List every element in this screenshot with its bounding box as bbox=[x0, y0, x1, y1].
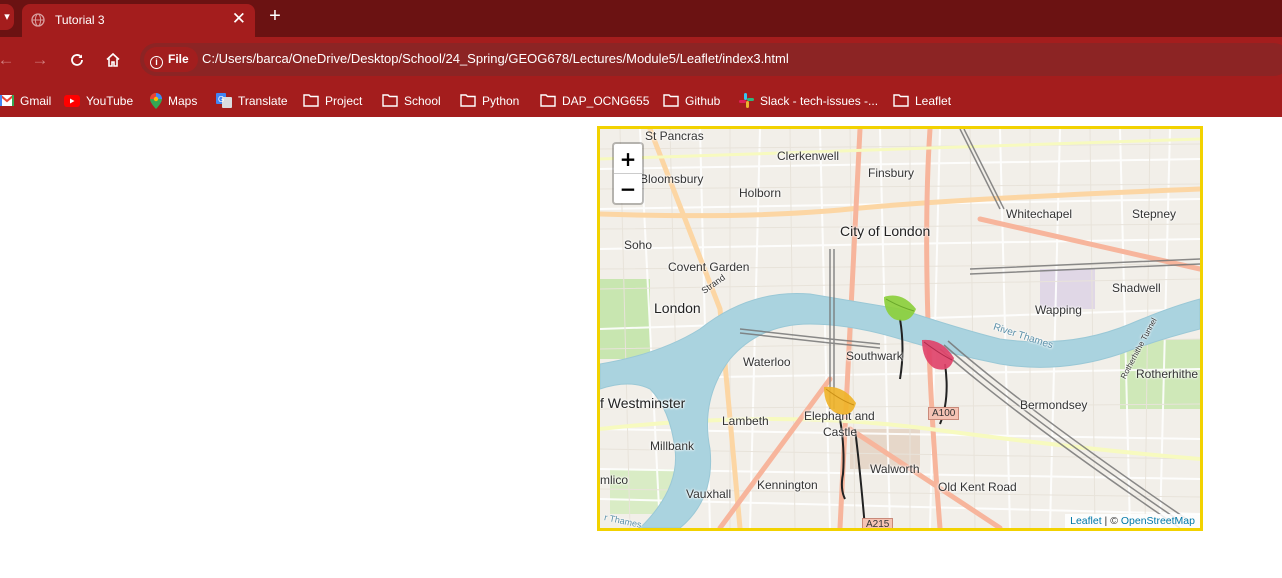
place-label: Bloomsbury bbox=[640, 172, 704, 186]
place-label: Lambeth bbox=[722, 414, 769, 428]
leaflet-map[interactable]: St Pancras Clerkenwell Bloomsbury Holbor… bbox=[597, 126, 1203, 531]
tab-strip: ▾ Tutorial 3 ✕ + bbox=[0, 0, 1282, 37]
bookmark-label: Python bbox=[482, 93, 520, 108]
toolbar: ← → i File C:/Users/barca/OneDrive/Deskto… bbox=[0, 37, 1282, 83]
place-label: Millbank bbox=[650, 439, 695, 453]
youtube-icon bbox=[64, 94, 80, 107]
slack-icon bbox=[739, 93, 754, 109]
translate-icon: G bbox=[216, 93, 232, 109]
bookmark-translate[interactable]: G Translate bbox=[216, 90, 288, 110]
bookmark-label: Gmail bbox=[20, 93, 52, 108]
svg-text:G: G bbox=[218, 95, 224, 104]
place-label: Holborn bbox=[739, 186, 782, 200]
place-label: Finsbury bbox=[868, 166, 915, 180]
place-label: mlico bbox=[600, 473, 629, 487]
place-label: Old Kent Road bbox=[938, 480, 1017, 494]
place-label: Waterloo bbox=[743, 355, 791, 369]
road-shield-a100: A100 bbox=[928, 407, 960, 420]
url-text[interactable]: C:/Users/barca/OneDrive/Desktop/School/2… bbox=[202, 51, 789, 66]
place-label: Soho bbox=[624, 238, 653, 252]
bookmark-python[interactable]: Python bbox=[460, 90, 519, 110]
bookmarks-bar: Gmail YouTube Maps G Translate Project Sc… bbox=[0, 83, 1282, 117]
bookmark-gmail[interactable]: Gmail bbox=[0, 90, 51, 110]
bookmark-slack[interactable]: Slack - tech-issues -... bbox=[739, 90, 878, 110]
place-label: Shadwell bbox=[1112, 281, 1161, 295]
osm-link[interactable]: OpenStreetMap bbox=[1121, 515, 1195, 527]
place-label: Stepney bbox=[1132, 207, 1177, 221]
bookmark-label: Maps bbox=[168, 93, 198, 108]
bookmark-label: YouTube bbox=[86, 93, 134, 108]
zoom-control: + − bbox=[612, 142, 644, 205]
bookmark-dap-ocng655[interactable]: DAP_OCNG655 bbox=[540, 90, 649, 110]
road-shield-a215: A215 bbox=[862, 518, 894, 528]
bookmark-project[interactable]: Project bbox=[303, 90, 362, 110]
bookmark-label: Project bbox=[325, 93, 363, 108]
home-icon[interactable] bbox=[101, 48, 125, 72]
folder-icon bbox=[540, 94, 556, 108]
bookmark-github[interactable]: Github bbox=[663, 90, 720, 110]
new-tab-button[interactable]: + bbox=[264, 5, 286, 27]
back-arrow-icon[interactable]: ← bbox=[0, 48, 18, 72]
reload-icon[interactable] bbox=[65, 48, 89, 72]
map-attribution: Leaflet | © OpenStreetMap bbox=[1065, 514, 1200, 528]
tab-title: Tutorial 3 bbox=[55, 13, 105, 27]
bookmark-label: Github bbox=[685, 93, 721, 108]
place-label: London bbox=[654, 300, 701, 316]
place-label: Wapping bbox=[1035, 303, 1082, 317]
bookmark-label: DAP_OCNG655 bbox=[562, 93, 650, 108]
place-label: Clerkenwell bbox=[777, 149, 840, 163]
bookmark-label: Slack - tech-issues -... bbox=[760, 93, 879, 108]
tab-search-button[interactable]: ▾ bbox=[0, 4, 14, 30]
zoom-out-button[interactable]: − bbox=[614, 174, 642, 204]
tab-tutorial-3[interactable]: Tutorial 3 ✕ bbox=[22, 4, 255, 37]
place-label: City of London bbox=[840, 223, 931, 239]
globe-icon bbox=[31, 13, 45, 27]
folder-icon bbox=[382, 94, 398, 108]
place-label: Covent Garden bbox=[668, 260, 750, 274]
site-info-chip[interactable]: i File bbox=[144, 47, 198, 72]
bookmark-maps[interactable]: Maps bbox=[150, 90, 197, 110]
leaf-marker-red[interactable] bbox=[918, 334, 958, 376]
place-label: Castle bbox=[823, 425, 858, 439]
folder-icon bbox=[303, 94, 319, 108]
bookmark-label: Leaflet bbox=[915, 93, 952, 108]
bookmark-label: School bbox=[404, 93, 441, 108]
address-bar[interactable]: i File C:/Users/barca/OneDrive/Desktop/Sc… bbox=[140, 43, 1282, 76]
place-label: f Westminster bbox=[600, 395, 686, 411]
bookmark-youtube[interactable]: YouTube bbox=[64, 90, 133, 110]
place-label: Whitechapel bbox=[1006, 207, 1073, 221]
bookmark-leaflet[interactable]: Leaflet bbox=[893, 90, 951, 110]
place-label: Kennington bbox=[757, 478, 818, 492]
forward-arrow-icon[interactable]: → bbox=[28, 48, 52, 72]
site-info-label: File bbox=[168, 52, 189, 66]
maps-icon bbox=[150, 92, 162, 109]
place-label: Walworth bbox=[870, 462, 920, 476]
place-label: Vauxhall bbox=[686, 487, 732, 501]
leaf-marker-green[interactable] bbox=[880, 289, 920, 329]
attribution-separator: | © bbox=[1101, 515, 1121, 527]
leaf-marker-orange[interactable] bbox=[820, 381, 860, 421]
place-label: St Pancras bbox=[645, 129, 704, 143]
bookmark-school[interactable]: School bbox=[382, 90, 441, 110]
folder-icon bbox=[460, 94, 476, 108]
info-icon: i bbox=[150, 56, 163, 69]
gmail-icon bbox=[0, 95, 14, 107]
close-icon[interactable]: ✕ bbox=[232, 10, 246, 27]
zoom-in-button[interactable]: + bbox=[614, 144, 642, 174]
place-label: Rotherhithe bbox=[1136, 367, 1199, 381]
folder-icon bbox=[663, 94, 679, 108]
bookmark-label: Translate bbox=[238, 93, 288, 108]
folder-icon bbox=[893, 94, 909, 108]
place-label: Bermondsey bbox=[1020, 398, 1088, 412]
place-label: Southwark bbox=[846, 349, 903, 363]
leaflet-link[interactable]: Leaflet bbox=[1070, 515, 1102, 527]
